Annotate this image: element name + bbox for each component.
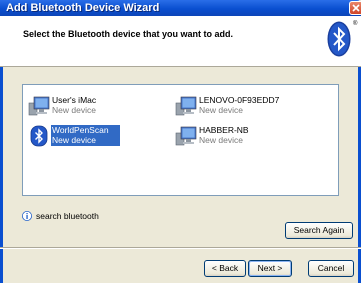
header-instruction: Select the Bluetooth device that you wan…	[23, 29, 234, 39]
wizard-header: Select the Bluetooth device that you wan…	[0, 16, 361, 67]
device-status: New device	[52, 135, 96, 145]
device-name: HABBER-NB	[199, 125, 249, 135]
registered-mark: ®	[353, 21, 358, 27]
window-title: Add Bluetooth Device Wizard	[6, 2, 160, 14]
device-status: New device	[199, 105, 243, 115]
computer-icon	[175, 96, 197, 116]
device-list[interactable]: User's iMac New device LENOVO-0F93EDD7 N…	[22, 84, 339, 196]
bluetooth-logo-icon	[327, 21, 351, 57]
list-item-device[interactable]: User's iMac New device	[28, 95, 158, 117]
search-again-button[interactable]: Search Again	[285, 222, 353, 239]
wizard-window: Add Bluetooth Device Wizard Select the B…	[0, 0, 361, 283]
search-hint-text: search bluetooth	[36, 211, 99, 221]
title-bar[interactable]: Add Bluetooth Device Wizard	[0, 0, 361, 16]
device-status: New device	[52, 105, 96, 115]
list-item-device-selected[interactable]: WorldPenScan New device	[28, 125, 158, 147]
next-button[interactable]: Next >	[248, 260, 292, 277]
computer-icon	[175, 126, 197, 146]
computer-icon	[28, 96, 50, 116]
device-name: WorldPenScan	[52, 125, 109, 135]
close-icon	[352, 4, 360, 12]
bluetooth-icon	[30, 125, 48, 147]
cancel-button[interactable]: Cancel	[308, 260, 354, 277]
device-name: User's iMac	[52, 95, 97, 105]
close-button[interactable]	[349, 1, 361, 15]
device-name: LENOVO-0F93EDD7	[199, 95, 280, 105]
list-item-device[interactable]: HABBER-NB New device	[175, 125, 305, 147]
device-status: New device	[199, 135, 243, 145]
footer-divider	[0, 247, 361, 249]
info-icon	[22, 211, 32, 221]
list-item-device[interactable]: LENOVO-0F93EDD7 New device	[175, 95, 305, 117]
back-button[interactable]: < Back	[204, 260, 246, 277]
